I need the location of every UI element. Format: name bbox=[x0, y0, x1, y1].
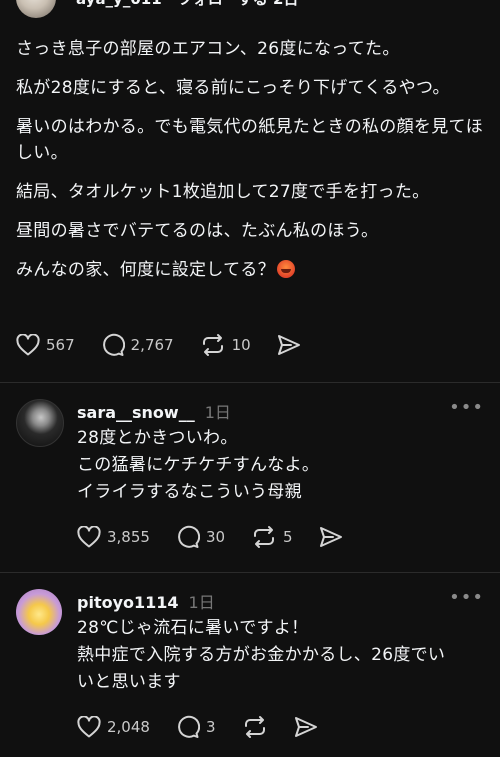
avatar[interactable] bbox=[16, 399, 64, 447]
reply-line: イライラするなこういう母親 bbox=[77, 482, 302, 502]
send-icon bbox=[277, 335, 300, 355]
post-actions: 567 2,767 10 bbox=[16, 333, 327, 357]
like-count: 3,855 bbox=[107, 528, 150, 546]
share-button[interactable] bbox=[319, 526, 343, 548]
reply-text: 28℃じゃ流石に暑いですよ！ 熱中症で入院する方がお金かかるし、26度でい いと… bbox=[77, 615, 487, 696]
username[interactable]: sara__snow__ bbox=[77, 403, 195, 422]
comment-count: 3 bbox=[205, 718, 216, 736]
reply-line: いと思います bbox=[77, 672, 181, 692]
share-button[interactable] bbox=[294, 716, 318, 738]
reply-text: 28度とかきついわ。 この猛暑にケチケチすんなよ。 イライラするなこういう母親 bbox=[77, 425, 487, 506]
like-count: 567 bbox=[46, 336, 75, 354]
more-options-icon[interactable]: ••• bbox=[449, 587, 484, 608]
avatar[interactable] bbox=[16, 589, 62, 635]
post-paragraph-text: みんなの家、何度に設定してる？ bbox=[16, 260, 275, 280]
reply-line: 熱中症で入院する方がお金かかるし、26度でい bbox=[77, 645, 446, 665]
comment-icon bbox=[178, 715, 200, 738]
like-button[interactable]: 567 bbox=[16, 334, 75, 356]
heart-icon bbox=[16, 334, 40, 356]
avatar[interactable] bbox=[16, 0, 56, 18]
top-post-meta[interactable]: aya_y_011 · フォローする 2日 bbox=[76, 0, 298, 9]
post-paragraph: 私が28度にすると、寝る前にこっそり下げてくるやつ。 bbox=[16, 78, 450, 98]
repost-button[interactable]: 5 bbox=[251, 525, 293, 549]
repost-button[interactable]: 10 bbox=[200, 333, 251, 357]
comment-button[interactable]: 2,767 bbox=[101, 333, 174, 357]
post-paragraph: さっき息子の部屋のエアコン、26度になってた。 bbox=[16, 39, 400, 59]
timestamp: 1日 bbox=[204, 403, 231, 422]
reply-line: 28℃じゃ流石に暑いですよ！ bbox=[77, 618, 309, 638]
username[interactable]: pitoyo1114 bbox=[77, 593, 179, 612]
timestamp: 1日 bbox=[188, 593, 215, 612]
post-paragraph: 結局、タオルケット1枚追加して27度で手を打った。 bbox=[16, 182, 430, 202]
reply-actions: 2,048 3 bbox=[77, 715, 344, 739]
reply-actions: 3,855 30 5 bbox=[77, 525, 369, 549]
post-paragraph: 暑いのはわかる。でも電気代の紙見たときの私の顔を見てほしい。 bbox=[16, 117, 484, 163]
repost-count: 10 bbox=[231, 336, 251, 354]
more-options-icon[interactable]: ••• bbox=[449, 397, 484, 418]
post-paragraph: 昼間の暑さでバテてるのは、たぶん私のほう。 bbox=[16, 221, 379, 241]
like-button[interactable]: 3,855 bbox=[77, 526, 150, 548]
reply-line: この猛暑にケチケチすんなよ。 bbox=[77, 455, 320, 475]
send-icon bbox=[319, 527, 342, 547]
repost-icon bbox=[254, 526, 275, 548]
repost-count: 5 bbox=[283, 528, 293, 546]
reply-line: 28度とかきついわ。 bbox=[77, 428, 238, 448]
comment-count: 30 bbox=[205, 528, 226, 546]
repost-button[interactable] bbox=[242, 715, 268, 739]
heart-icon bbox=[77, 716, 101, 738]
comment-button[interactable]: 3 bbox=[176, 715, 216, 739]
like-count: 2,048 bbox=[107, 718, 150, 736]
reply-username-line: sara__snow__ 1日 bbox=[77, 399, 231, 423]
repost-icon bbox=[202, 334, 223, 356]
post-paragraph-last: みんなの家、何度に設定してる？ bbox=[16, 257, 486, 283]
comment-count: 2,767 bbox=[130, 336, 174, 354]
send-icon bbox=[294, 717, 317, 737]
comment-button[interactable]: 30 bbox=[176, 525, 225, 549]
top-post-header: aya_y_011 · フォローする 2日 bbox=[0, 0, 500, 30]
comment-icon bbox=[102, 333, 125, 356]
reply-username-line: pitoyo1114 1日 bbox=[77, 589, 215, 613]
share-button[interactable] bbox=[277, 334, 301, 356]
heart-icon bbox=[77, 526, 101, 548]
hot-face-emoji-icon bbox=[277, 260, 295, 278]
repost-icon bbox=[244, 716, 265, 738]
post-body: さっき息子の部屋のエアコン、26度になってた。 私が28度にすると、寝る前にこっ… bbox=[16, 36, 486, 296]
like-button[interactable]: 2,048 bbox=[77, 716, 150, 738]
comment-icon bbox=[178, 525, 200, 548]
